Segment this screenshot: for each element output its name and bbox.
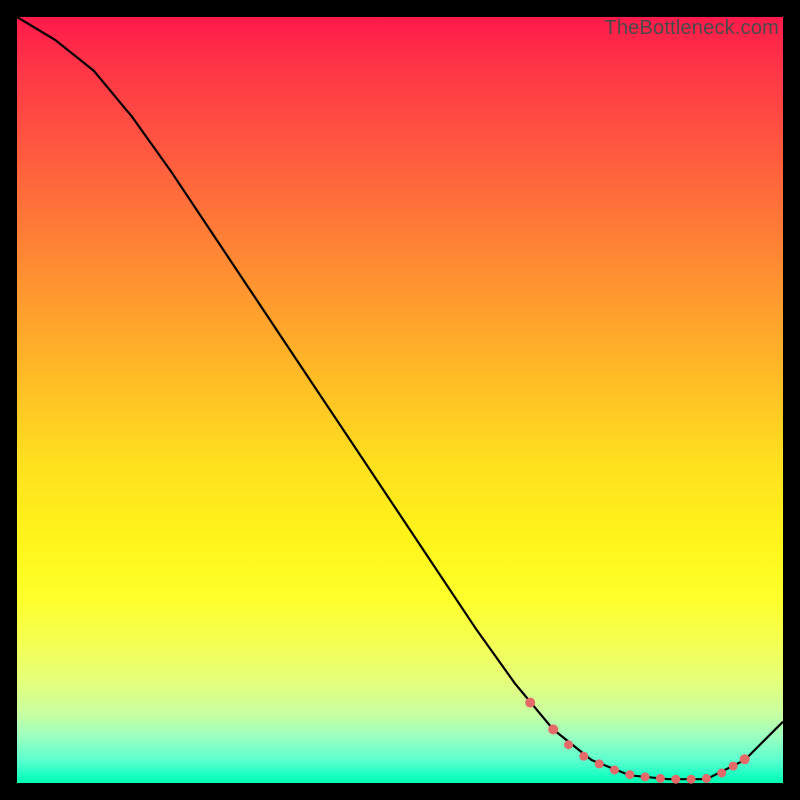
marker-dot — [625, 770, 634, 779]
marker-dot — [702, 774, 711, 783]
marker-dot — [729, 762, 738, 771]
chart-svg — [17, 17, 783, 783]
marker-dot — [564, 740, 573, 749]
marker-dot — [656, 774, 665, 783]
curve-line — [17, 17, 783, 779]
marker-dot — [548, 724, 558, 734]
marker-dot — [610, 766, 619, 775]
marker-dot — [595, 759, 604, 768]
marker-dot — [671, 775, 680, 784]
marker-dot — [740, 754, 750, 764]
marker-dot — [687, 775, 696, 784]
marker-group — [525, 698, 750, 784]
marker-dot — [525, 698, 535, 708]
chart-plot-area: TheBottleneck.com — [17, 17, 783, 783]
chart-frame: TheBottleneck.com — [0, 0, 800, 800]
marker-dot — [641, 772, 650, 781]
marker-dot — [579, 752, 588, 761]
marker-dot — [717, 769, 726, 778]
